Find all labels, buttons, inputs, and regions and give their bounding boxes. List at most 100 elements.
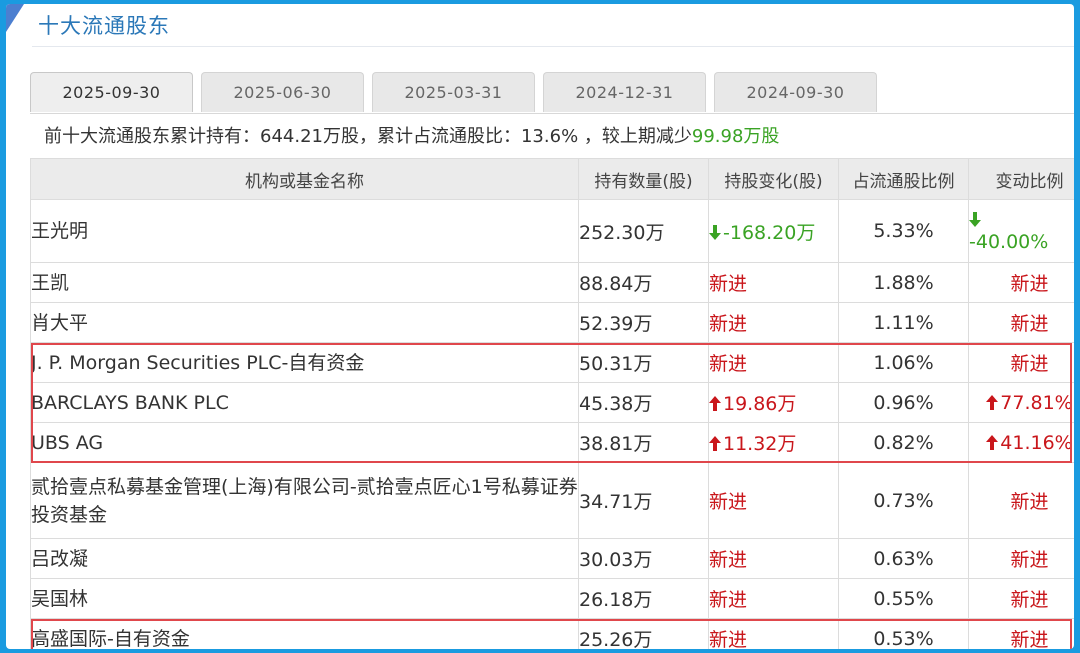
holdings-summary: 前十大流通股东累计持有：644.21万股，累计占流通股比：13.6% ，较上期减…	[44, 122, 779, 148]
holder-qty: 26.18万	[578, 578, 709, 619]
tab-2025-06-30[interactable]: 2025-06-30	[201, 72, 364, 112]
arrow-up-icon	[986, 394, 999, 410]
holder-change: 新进	[708, 538, 839, 579]
tab-2025-09-30[interactable]: 2025-09-30	[30, 72, 193, 112]
holder-rate-value: 新进	[1010, 313, 1049, 335]
holder-qty: 88.84万	[578, 262, 709, 303]
holder-pct: 0.82%	[838, 422, 969, 463]
holder-change-value: 新进	[709, 629, 748, 649]
col-header-change: 持股变化(股)	[708, 158, 839, 200]
holder-rate: 新进	[968, 578, 1074, 619]
holder-name: 贰拾壹点私募基金管理(上海)有限公司-贰拾壹点匠心1号私募证券投资基金	[30, 462, 579, 539]
holder-qty: 252.30万	[578, 199, 709, 263]
col-header-rate: 变动比例	[968, 158, 1074, 200]
table-row[interactable]: 肖大平 52.39万 新进 1.11% 新进	[30, 302, 1074, 343]
holder-qty: 38.81万	[578, 422, 709, 463]
holder-change-value: 11.32万	[723, 433, 797, 455]
holder-pct: 1.06%	[838, 342, 969, 383]
holder-rate-value: 41.16%	[1000, 431, 1073, 454]
holder-rate: 新进	[968, 462, 1074, 539]
holder-qty: 52.39万	[578, 302, 709, 343]
holder-name: 高盛国际-自有资金	[30, 618, 579, 649]
holder-rate-value: 新进	[1010, 549, 1049, 571]
holder-rate-value: 新进	[1010, 629, 1049, 649]
table-header-row: 机构或基金名称 持有数量(股) 持股变化(股) 占流通股比例 变动比例	[30, 158, 1074, 200]
holder-rate: 77.81%	[968, 382, 1074, 423]
holder-qty: 45.38万	[578, 382, 709, 423]
holder-change-value: -168.20万	[723, 221, 816, 244]
tab-2024-09-30[interactable]: 2024-09-30	[714, 72, 877, 112]
holder-pct: 0.96%	[838, 382, 969, 423]
col-header-pct: 占流通股比例	[838, 158, 969, 200]
holder-change: 新进	[708, 302, 839, 343]
corner-accent	[6, 4, 24, 32]
table-row[interactable]: UBS AG 38.81万 11.32万 0.82% 41.16%	[30, 422, 1074, 463]
holder-qty: 30.03万	[578, 538, 709, 579]
holder-rate: -40.00%	[968, 199, 1074, 263]
holder-change-value: 新进	[709, 549, 748, 571]
holders-table: 机构或基金名称 持有数量(股) 持股变化(股) 占流通股比例 变动比例 王光明 2…	[30, 158, 1074, 649]
tab-baseline	[30, 113, 1074, 114]
holder-change-value: 19.86万	[723, 393, 797, 415]
summary-total: 644.21万股	[260, 126, 359, 147]
holder-rate-value: 77.81%	[1000, 391, 1073, 414]
holder-name: 王凯	[30, 262, 579, 303]
arrow-up-icon	[709, 436, 721, 451]
holder-name: 王光明	[30, 199, 579, 263]
holder-rate-value: 新进	[1010, 589, 1049, 611]
arrow-down-icon	[709, 224, 721, 240]
table-row[interactable]: 吕改凝 30.03万 新进 0.63% 新进	[30, 538, 1074, 579]
section-title: 十大流通股东	[38, 14, 170, 38]
holder-pct: 0.63%	[838, 538, 969, 579]
holder-change-value: 新进	[709, 353, 748, 375]
title-divider	[32, 46, 1074, 47]
holder-change: 19.86万	[708, 382, 839, 423]
holder-change-value: 新进	[709, 491, 748, 513]
holder-rate-value: 新进	[1010, 491, 1049, 513]
holder-change: 新进	[708, 462, 839, 539]
table-row[interactable]: 高盛国际-自有资金 25.26万 新进 0.53% 新进	[30, 618, 1074, 649]
col-header-name: 机构或基金名称	[30, 158, 579, 200]
holder-pct: 0.53%	[838, 618, 969, 649]
table-row[interactable]: 吴国林 26.18万 新进 0.55% 新进	[30, 578, 1074, 619]
holder-rate: 新进	[968, 342, 1074, 383]
tab-2025-03-31[interactable]: 2025-03-31	[372, 72, 535, 112]
table-row[interactable]: J. P. Morgan Securities PLC-自有资金 50.31万 新进…	[30, 342, 1074, 383]
summary-mid: ，累计占流通股比：	[358, 126, 521, 147]
holder-change: 新进	[708, 262, 839, 303]
table-row[interactable]: BARCLAYS BANK PLC 45.38万 19.86万 0.96% 77.81%	[30, 382, 1074, 423]
table-row[interactable]: 王凯 88.84万 新进 1.88% 新进	[30, 262, 1074, 303]
arrow-down-icon	[969, 212, 981, 227]
holder-rate-value: -40.00%	[969, 231, 1049, 253]
holder-name: BARCLAYS BANK PLC	[30, 382, 579, 423]
holder-rate: 新进	[968, 618, 1074, 649]
holder-rate-value: 新进	[1010, 353, 1049, 375]
holder-name: 吕改凝	[30, 538, 579, 579]
holder-change-value: 新进	[709, 589, 748, 611]
holder-change: 新进	[708, 342, 839, 383]
table-row[interactable]: 王光明 252.30万 -168.20万 5.33% -40.00%	[30, 199, 1074, 263]
holder-rate: 新进	[968, 302, 1074, 343]
holder-qty: 34.71万	[578, 462, 709, 539]
holder-qty: 25.26万	[578, 618, 709, 649]
arrow-up-icon	[986, 434, 999, 450]
holder-name: 肖大平	[30, 302, 579, 343]
summary-ratio: 13.6%	[520, 126, 579, 147]
holder-pct: 0.55%	[838, 578, 969, 619]
holder-pct: 5.33%	[838, 199, 969, 263]
holder-rate: 41.16%	[968, 422, 1074, 463]
holder-name: 吴国林	[30, 578, 579, 619]
holder-pct: 1.11%	[838, 302, 969, 343]
holders-card: 十大流通股东 2025-09-30 2025-06-30 2025-03-31 …	[6, 4, 1074, 649]
holder-name: UBS AG	[30, 422, 579, 463]
holder-change-value: 新进	[709, 273, 748, 295]
holder-change: 新进	[708, 618, 839, 649]
tab-2024-12-31[interactable]: 2024-12-31	[543, 72, 706, 112]
holder-rate-value: 新进	[1010, 273, 1049, 295]
holder-name: J. P. Morgan Securities PLC-自有资金	[30, 342, 579, 383]
holder-pct: 0.73%	[838, 462, 969, 539]
summary-suffix: ，较上期减少	[578, 126, 692, 147]
table-row[interactable]: 贰拾壹点私募基金管理(上海)有限公司-贰拾壹点匠心1号私募证券投资基金 34.71…	[30, 462, 1074, 539]
holder-rate: 新进	[968, 262, 1074, 303]
holder-qty: 50.31万	[578, 342, 709, 383]
